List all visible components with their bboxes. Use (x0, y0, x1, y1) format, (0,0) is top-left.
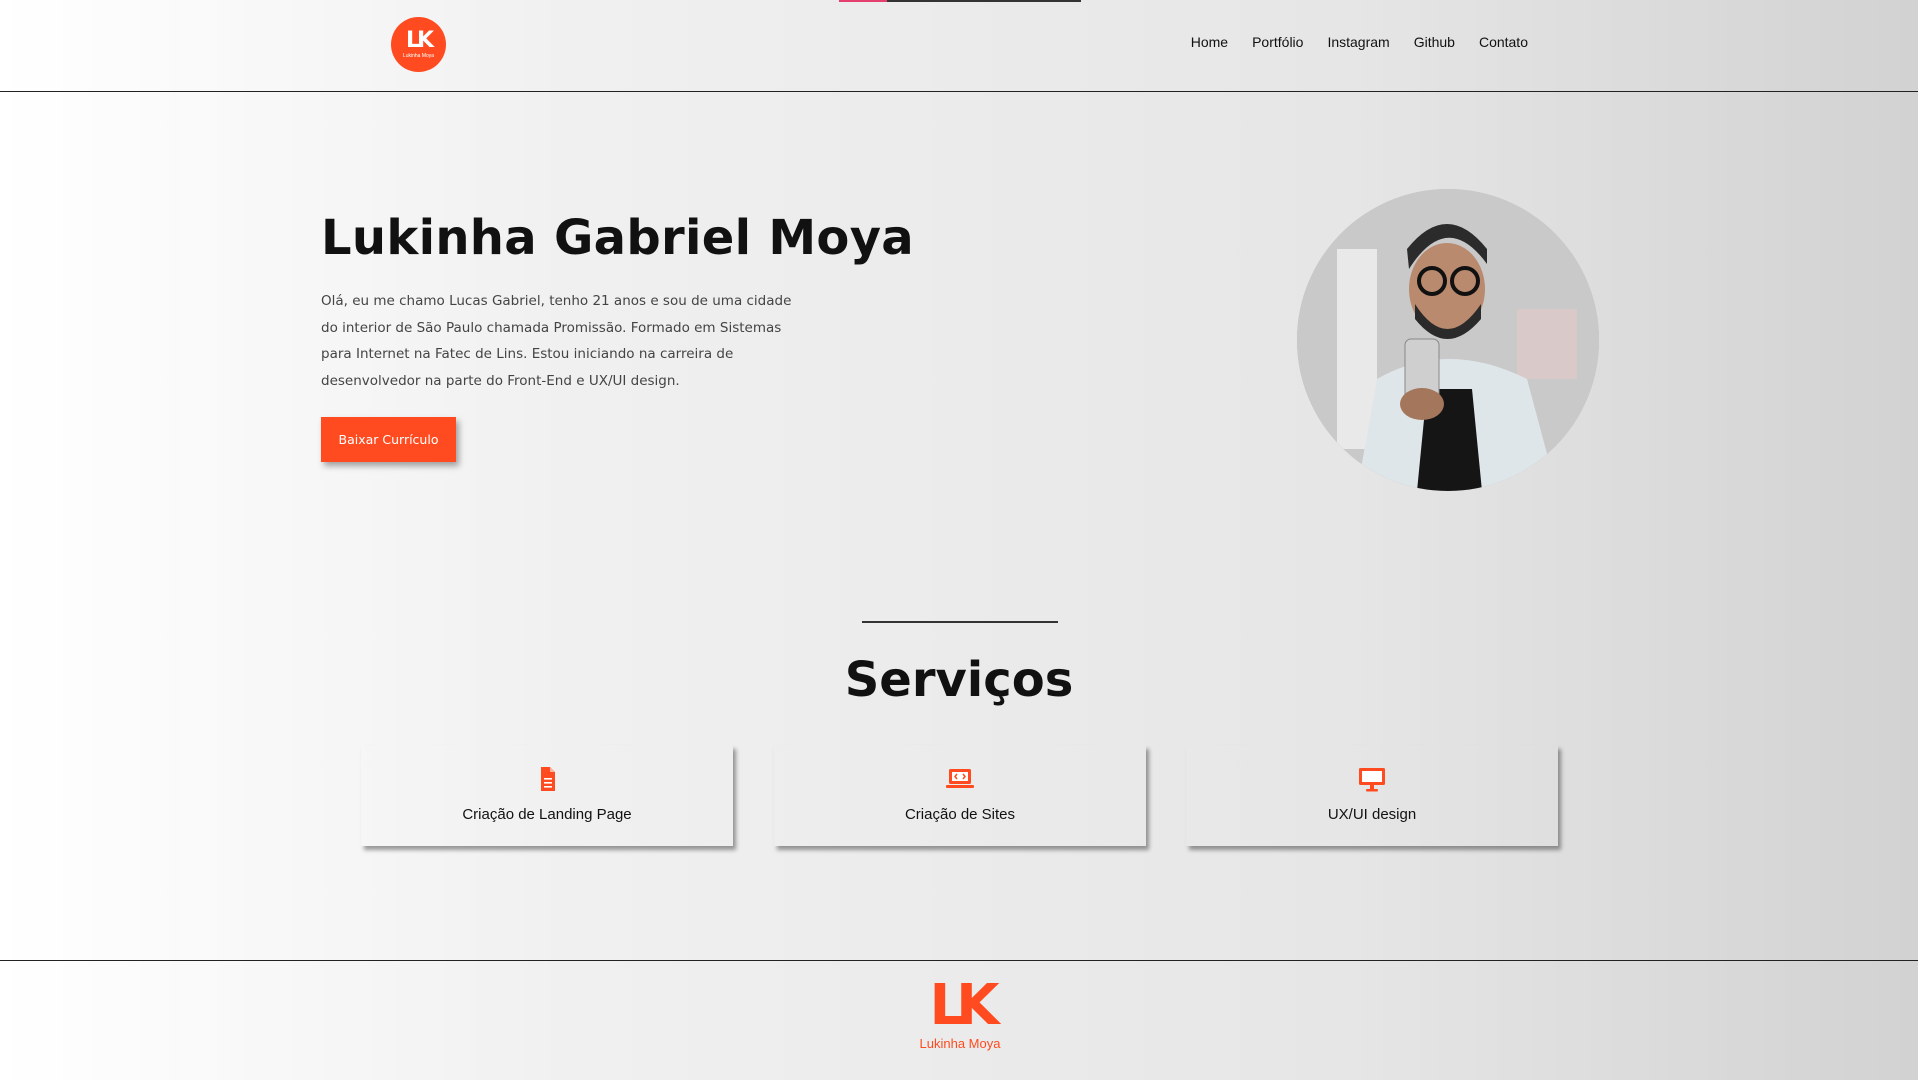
logo-caption: Lukinha Moya (402, 53, 435, 59)
download-resume-button[interactable]: Baixar Currículo (321, 417, 456, 462)
footer-divider (0, 960, 1918, 961)
footer-logo[interactable]: LK Lukinha Moya (915, 978, 1005, 1054)
nav-home[interactable]: Home (1191, 34, 1228, 50)
profile-photo (1297, 189, 1599, 491)
service-label: Criação de Landing Page (462, 806, 632, 823)
desktop-icon (1359, 768, 1385, 792)
nav-instagram[interactable]: Instagram (1327, 34, 1389, 50)
service-label: UX/UI design (1327, 806, 1417, 823)
section-divider (862, 621, 1058, 623)
service-card-uxui[interactable]: UX/UI design (1186, 745, 1558, 846)
footer-logo-mark: LK (929, 973, 999, 1038)
profile-photo-illustration (1297, 189, 1599, 491)
service-card-landing-page[interactable]: Criação de Landing Page (361, 745, 733, 846)
services-title: Serviços (844, 652, 1074, 708)
nav-github[interactable]: Github (1414, 34, 1455, 50)
hero-bio: Olá, eu me chamo Lucas Gabriel, tenho 21… (321, 293, 792, 389)
main-nav: Home Portfólio Instagram Github Contato (1167, 34, 1528, 50)
service-card-sites[interactable]: Criação de Sites (774, 745, 1146, 846)
document-icon (541, 767, 555, 791)
hero-title: Lukinha Gabriel Moya (321, 210, 914, 266)
site-header: LK Lukinha Moya Home Portfólio Instagram… (0, 0, 1918, 92)
footer-logo-name: Lukinha Moya (919, 1036, 1001, 1051)
nav-contato[interactable]: Contato (1479, 34, 1528, 50)
header-logo[interactable]: LK Lukinha Moya (391, 17, 446, 72)
nav-portfolio[interactable]: Portfólio (1252, 34, 1303, 50)
logo-mark: LK (405, 28, 434, 53)
service-label: Criação de Sites (904, 806, 1016, 823)
laptop-code-icon (946, 769, 974, 788)
